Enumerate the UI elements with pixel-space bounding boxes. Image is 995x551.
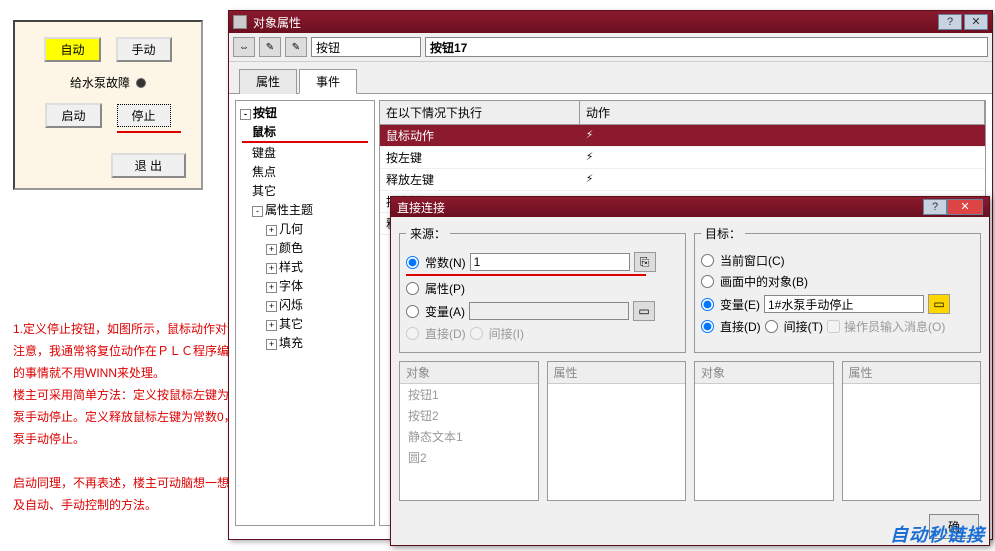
event-row-mouse-action[interactable]: 鼠标动作 ⚡ — [380, 125, 985, 147]
dialog-tabs: 属性 事件 — [229, 62, 992, 94]
target-window-radio[interactable] — [701, 254, 714, 267]
lightning-icon: ⚡ — [580, 169, 985, 190]
tree-other[interactable]: 其它 — [238, 181, 372, 200]
toolbar-btn-2[interactable]: ✎ — [259, 37, 281, 57]
list-item: 圆2 — [400, 447, 538, 468]
start-button[interactable]: 启动 — [45, 103, 101, 128]
tree-root[interactable]: -按钮 — [238, 103, 372, 122]
target-variable-input[interactable] — [764, 295, 924, 313]
control-panel: 自动 手动 给水泵故障 启动 停止 退 出 — [13, 20, 203, 190]
lightning-icon: ⚡ — [580, 125, 985, 146]
tree-geometry[interactable]: +几何 — [238, 219, 372, 238]
expand-icon[interactable]: + — [266, 301, 277, 312]
source-property-label: 属性(P) — [425, 280, 465, 297]
pump-fault-label: 给水泵故障 — [70, 74, 146, 91]
manual-button[interactable]: 手动 — [116, 37, 172, 62]
target-variable-radio[interactable] — [701, 298, 714, 311]
source-variable-label: 变量(A) — [425, 303, 465, 320]
list-item: 按钮2 — [400, 405, 538, 426]
source-constant-radio[interactable] — [406, 256, 419, 269]
tree-theme[interactable]: -属性主题 — [238, 200, 372, 219]
target-indirect-radio[interactable] — [765, 320, 778, 333]
expand-icon[interactable]: + — [266, 225, 277, 236]
close-button[interactable]: ✕ — [964, 14, 988, 30]
inner-title: 直接连接 — [397, 199, 923, 216]
list-item: 静态文本1 — [400, 426, 538, 447]
source-indirect-radio — [470, 327, 483, 340]
dialog-toolbar: ⇔ ✎ ✎ — [229, 33, 992, 62]
toolbar-btn-1[interactable]: ⇔ — [233, 37, 255, 57]
source-variable-browse[interactable]: ▭ — [633, 301, 655, 321]
expand-icon[interactable]: + — [266, 263, 277, 274]
collapse-icon[interactable]: - — [252, 206, 263, 217]
dialog-titlebar[interactable]: 对象属性 ? ✕ — [229, 11, 992, 33]
auto-button[interactable]: 自动 — [44, 37, 100, 62]
sub-property-list-2[interactable]: 属性 — [842, 361, 982, 501]
sub-property-list[interactable]: 属性 — [547, 361, 687, 501]
target-legend: 目标： — [701, 225, 745, 242]
help-button[interactable]: ? — [938, 14, 962, 30]
source-legend: 来源： — [406, 225, 450, 242]
target-object-label: 画面中的对象(B) — [720, 273, 808, 290]
target-fieldset: 目标： 当前窗口(C) 画面中的对象(B) 变量(E) ▭ 直接(D) 间接(T… — [694, 225, 981, 353]
target-window-label: 当前窗口(C) — [720, 252, 785, 269]
tab-properties[interactable]: 属性 — [239, 69, 297, 94]
toolbar-btn-3[interactable]: ✎ — [285, 37, 307, 57]
expand-icon[interactable]: + — [266, 244, 277, 255]
event-header-action: 动作 — [580, 101, 985, 124]
watermark: 自动秒链接 — [890, 521, 985, 547]
object-tree[interactable]: -按钮 鼠标 键盘 焦点 其它 -属性主题 +几何 +颜色 +样式 +字体 +闪… — [235, 100, 375, 526]
object-type-field[interactable] — [311, 37, 421, 57]
tree-color[interactable]: +颜色 — [238, 238, 372, 257]
tree-mouse[interactable]: 鼠标 — [238, 122, 372, 141]
annotation-underline — [117, 131, 181, 133]
tree-fill[interactable]: +填充 — [238, 333, 372, 352]
target-object-radio[interactable] — [701, 275, 714, 288]
target-variable-browse[interactable]: ▭ — [928, 294, 950, 314]
event-row-press-left[interactable]: 按左键 ⚡ — [380, 147, 985, 169]
tree-focus[interactable]: 焦点 — [238, 162, 372, 181]
expand-icon[interactable]: + — [266, 282, 277, 293]
dialog-title: 对象属性 — [253, 14, 938, 31]
inner-titlebar[interactable]: 直接连接 ? ✕ — [391, 197, 989, 217]
direct-connection-dialog: 直接连接 ? ✕ 来源： 常数(N) ⎘ 属性(P) 变量(A) ▭ — [390, 196, 990, 546]
source-constant-label: 常数(N) — [425, 254, 466, 271]
stop-button[interactable]: 停止 — [117, 104, 171, 127]
list-item: 按钮1 — [400, 384, 538, 405]
fault-led-icon — [136, 78, 146, 88]
sub-object-list-2[interactable]: 对象 — [694, 361, 834, 501]
source-variable-radio[interactable] — [406, 305, 419, 318]
tree-keyboard[interactable]: 键盘 — [238, 143, 372, 162]
dialog-icon — [233, 15, 247, 29]
lightning-icon: ⚡ — [580, 147, 985, 168]
tree-font[interactable]: +字体 — [238, 276, 372, 295]
operator-input-checkbox — [827, 320, 840, 333]
object-name-field[interactable] — [425, 37, 988, 57]
tree-other2[interactable]: +其它 — [238, 314, 372, 333]
target-direct-radio[interactable] — [701, 320, 714, 333]
tree-flash[interactable]: +闪烁 — [238, 295, 372, 314]
expand-icon[interactable]: + — [266, 320, 277, 331]
target-variable-label: 变量(E) — [720, 296, 760, 313]
annotation-underline — [406, 274, 646, 276]
source-picker-button[interactable]: ⎘ — [634, 252, 656, 272]
tab-events[interactable]: 事件 — [299, 69, 357, 94]
collapse-icon[interactable]: - — [240, 109, 251, 120]
inner-close-button[interactable]: ✕ — [947, 199, 983, 215]
source-property-radio[interactable] — [406, 282, 419, 295]
expand-icon[interactable]: + — [266, 339, 277, 350]
source-direct-radio — [406, 327, 419, 340]
source-constant-input[interactable] — [470, 253, 630, 271]
sub-object-list[interactable]: 对象 按钮1 按钮2 静态文本1 圆2 — [399, 361, 539, 501]
inner-help-button[interactable]: ? — [923, 199, 947, 215]
event-header-exec: 在以下情况下执行 — [380, 101, 580, 124]
source-variable-input — [469, 302, 629, 320]
source-fieldset: 来源： 常数(N) ⎘ 属性(P) 变量(A) ▭ 直接(D) — [399, 225, 686, 353]
exit-button[interactable]: 退 出 — [111, 153, 186, 178]
event-row-release-left[interactable]: 释放左键 ⚡ — [380, 169, 985, 191]
tree-style[interactable]: +样式 — [238, 257, 372, 276]
